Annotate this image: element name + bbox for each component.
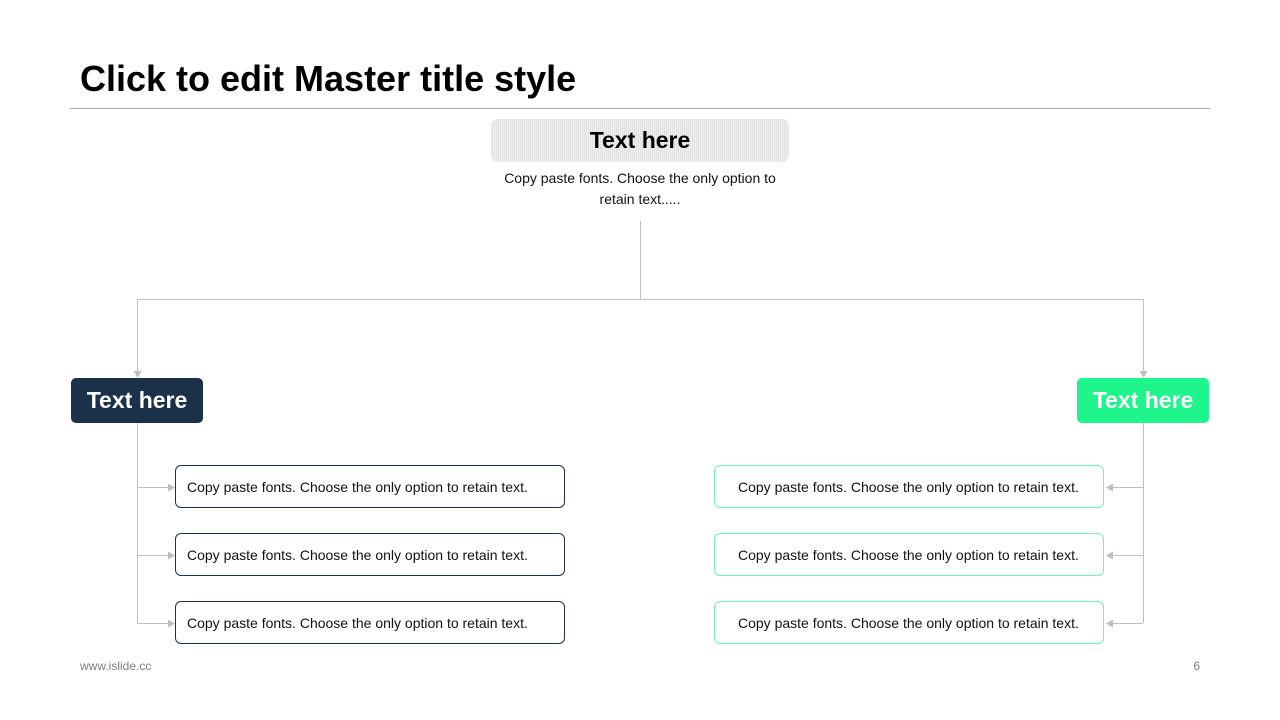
page-number: 6 [1193, 659, 1200, 673]
right-branch-header[interactable]: Text here [1077, 378, 1209, 423]
left-item-arrowhead-1 [168, 483, 175, 492]
left-item-box-2[interactable]: Copy paste fonts. Choose the only option… [175, 533, 565, 576]
right-item-text: Copy paste fonts. Choose the only option… [738, 546, 1079, 563]
right-item-text: Copy paste fonts. Choose the only option… [738, 478, 1079, 495]
right-item-box-2[interactable]: Copy paste fonts. Choose the only option… [714, 533, 1104, 576]
left-item-text: Copy paste fonts. Choose the only option… [187, 614, 528, 631]
right-item-box-3[interactable]: Copy paste fonts. Choose the only option… [714, 601, 1104, 644]
right-item-text: Copy paste fonts. Choose the only option… [738, 614, 1079, 631]
right-item-arrowhead-1 [1106, 483, 1113, 492]
top-node-label: Text here [589, 127, 691, 153]
top-node-box[interactable]: Text here [491, 119, 789, 162]
left-branch-header[interactable]: Text here [71, 378, 203, 423]
slide: Click to edit Master title style Text he… [0, 0, 1280, 720]
right-drop-arrowhead [1139, 371, 1148, 378]
right-item-box-1[interactable]: Copy paste fonts. Choose the only option… [714, 465, 1104, 508]
right-item-arrowhead-3 [1106, 619, 1113, 628]
left-item-arrowhead-2 [168, 551, 175, 560]
left-item-box-1[interactable]: Copy paste fonts. Choose the only option… [175, 465, 565, 508]
left-item-arrowhead-3 [168, 619, 175, 628]
left-item-text: Copy paste fonts. Choose the only option… [187, 546, 528, 563]
left-item-box-3[interactable]: Copy paste fonts. Choose the only option… [175, 601, 565, 644]
footer-website: www.islide.cc [80, 659, 152, 673]
left-branch-label: Text here [86, 387, 188, 413]
top-node-description[interactable]: Copy paste fonts. Choose the only option… [490, 168, 790, 210]
right-branch-label: Text here [1092, 387, 1194, 413]
left-item-text: Copy paste fonts. Choose the only option… [187, 478, 528, 495]
left-drop-arrowhead [133, 371, 142, 378]
right-item-arrowhead-2 [1106, 551, 1113, 560]
